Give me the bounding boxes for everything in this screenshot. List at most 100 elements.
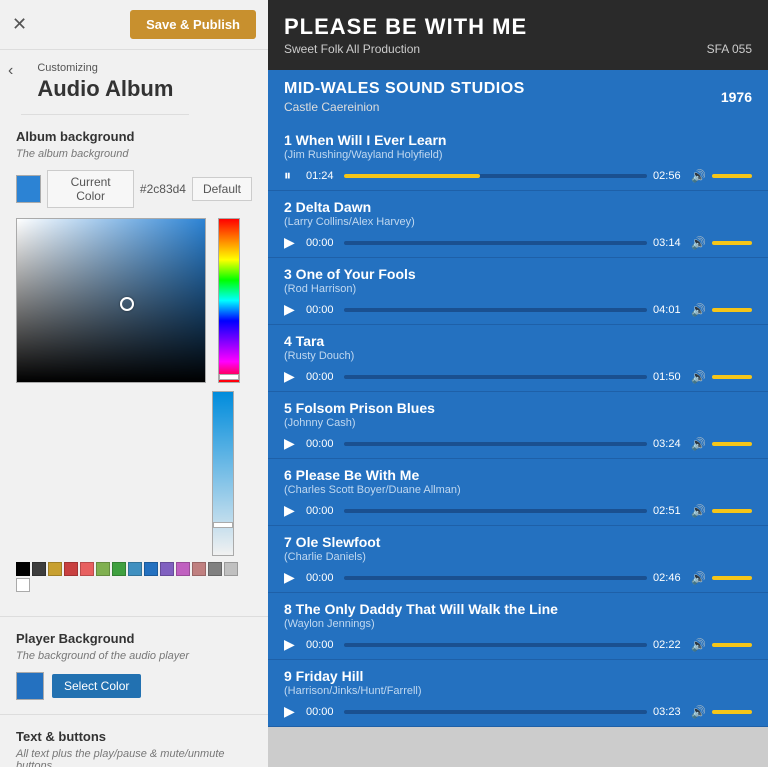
track-item: 5 Folsom Prison Blues (Johnny Cash) ▶ 00… xyxy=(268,392,768,459)
swatch-purple[interactable] xyxy=(160,562,174,576)
volume-bar[interactable] xyxy=(712,241,752,245)
track-title: 7 Ole Slewfoot xyxy=(284,534,752,550)
current-color-button[interactable]: Current Color xyxy=(47,170,134,208)
opacity-bar[interactable] xyxy=(212,391,234,556)
volume-icon[interactable]: 🔊 xyxy=(691,169,706,183)
swatch-darkgray[interactable] xyxy=(32,562,46,576)
play-button[interactable]: ▶ xyxy=(284,435,300,452)
swatch-lightred[interactable] xyxy=(80,562,94,576)
current-time: 00:00 xyxy=(306,237,338,249)
track-item: 9 Friday Hill (Harrison/Jinks/Hunt/Farre… xyxy=(268,660,768,727)
swatch-lightblue[interactable] xyxy=(128,562,142,576)
studio-year: 1976 xyxy=(721,89,752,105)
default-button[interactable]: Default xyxy=(192,177,252,201)
progress-bar[interactable] xyxy=(344,375,647,379)
swatch-red[interactable] xyxy=(64,562,78,576)
progress-bar[interactable] xyxy=(344,710,647,714)
player-row: ▶ 00:00 03:14 🔊 xyxy=(284,234,752,251)
progress-bar[interactable] xyxy=(344,643,647,647)
track-title: 5 Folsom Prison Blues xyxy=(284,400,752,416)
track-subtitle: (Harrison/Jinks/Hunt/Farrell) xyxy=(284,685,752,697)
text-buttons-title: Text & buttons xyxy=(16,729,252,744)
volume-bar[interactable] xyxy=(712,375,752,379)
volume-bar[interactable] xyxy=(712,576,752,580)
hue-bar[interactable] xyxy=(218,218,240,383)
volume-icon[interactable]: 🔊 xyxy=(691,705,706,719)
volume-icon[interactable]: 🔊 xyxy=(691,236,706,250)
volume-icon[interactable]: 🔊 xyxy=(691,303,706,317)
swatch-pink[interactable] xyxy=(176,562,190,576)
volume-bar[interactable] xyxy=(712,509,752,513)
progress-bar[interactable] xyxy=(344,308,647,312)
swatch-rose[interactable] xyxy=(192,562,206,576)
play-button[interactable]: ▶ xyxy=(284,636,300,653)
player-row: ▶ 00:00 02:22 🔊 xyxy=(284,636,752,653)
play-button[interactable]: ▶ xyxy=(284,368,300,385)
album-code: SFA 055 xyxy=(707,42,752,56)
play-button[interactable]: ⏸ xyxy=(284,167,300,184)
play-button[interactable]: ▶ xyxy=(284,502,300,519)
volume-bar[interactable] xyxy=(712,308,752,312)
play-button[interactable]: ▶ xyxy=(284,234,300,251)
duration: 04:01 xyxy=(653,304,685,316)
picker-circle[interactable] xyxy=(120,297,134,311)
play-button[interactable]: ▶ xyxy=(284,569,300,586)
swatch-gold[interactable] xyxy=(48,562,62,576)
progress-bar[interactable] xyxy=(344,174,647,178)
volume-bar[interactable] xyxy=(712,710,752,714)
color-hex-value: #2c83d4 xyxy=(140,182,186,196)
back-button[interactable]: ‹ xyxy=(0,50,21,82)
side-bars xyxy=(212,218,240,556)
current-color-row: Current Color #2c83d4 Default xyxy=(16,170,252,208)
album-sub-row: Sweet Folk All Production SFA 055 xyxy=(284,42,752,56)
volume-bar[interactable] xyxy=(712,442,752,446)
color-gradient[interactable] xyxy=(16,218,206,383)
swatch-black[interactable] xyxy=(16,562,30,576)
volume-bar[interactable] xyxy=(712,643,752,647)
studio-info: MID-WALES SOUND STUDIOS Castle Caereinio… xyxy=(284,80,525,114)
volume-icon[interactable]: 🔊 xyxy=(691,370,706,384)
progress-bar[interactable] xyxy=(344,442,647,446)
swatch-lightgreen[interactable] xyxy=(96,562,110,576)
album-background-section: Album background The album background Cu… xyxy=(0,115,268,617)
progress-bar[interactable] xyxy=(344,241,647,245)
volume-icon[interactable]: 🔊 xyxy=(691,571,706,585)
picker-row xyxy=(16,218,252,556)
volume-bar[interactable] xyxy=(712,174,752,178)
album-bg-desc: The album background xyxy=(16,148,252,160)
album-title: PLEASE BE WITH ME xyxy=(284,14,752,40)
right-panel: PLEASE BE WITH ME Sweet Folk All Product… xyxy=(268,0,768,767)
current-time: 00:00 xyxy=(306,706,338,718)
black-overlay xyxy=(17,219,205,382)
color-picker-area xyxy=(16,218,252,592)
play-button[interactable]: ▶ xyxy=(284,301,300,318)
swatch-blue[interactable] xyxy=(144,562,158,576)
save-publish-button[interactable]: Save & Publish xyxy=(130,10,256,39)
player-row: ⏸ 01:24 02:56 🔊 xyxy=(284,167,752,184)
player-bg-select-color-button[interactable]: Select Color xyxy=(52,674,141,698)
track-title: 9 Friday Hill xyxy=(284,668,752,684)
progress-bar[interactable] xyxy=(344,509,647,513)
opacity-slider[interactable] xyxy=(213,522,233,528)
duration: 02:22 xyxy=(653,639,685,651)
track-subtitle: (Waylon Jennings) xyxy=(284,618,752,630)
swatch-green[interactable] xyxy=(112,562,126,576)
current-time: 00:00 xyxy=(306,639,338,651)
volume-icon[interactable]: 🔊 xyxy=(691,638,706,652)
duration: 01:50 xyxy=(653,371,685,383)
swatch-silver[interactable] xyxy=(224,562,238,576)
swatch-white[interactable] xyxy=(16,578,30,592)
play-button[interactable]: ▶ xyxy=(284,703,300,720)
hue-slider[interactable] xyxy=(219,374,239,380)
player-row: ▶ 00:00 01:50 🔊 xyxy=(284,368,752,385)
volume-icon[interactable]: 🔊 xyxy=(691,504,706,518)
player-row: ▶ 00:00 03:23 🔊 xyxy=(284,703,752,720)
gradient-container[interactable] xyxy=(16,218,206,383)
track-item: 1 When Will I Ever Learn (Jim Rushing/Wa… xyxy=(268,124,768,191)
player-bg-swatch xyxy=(16,672,44,700)
studio-row: MID-WALES SOUND STUDIOS Castle Caereinio… xyxy=(284,80,752,114)
progress-bar[interactable] xyxy=(344,576,647,580)
close-button[interactable]: ✕ xyxy=(12,14,27,35)
volume-icon[interactable]: 🔊 xyxy=(691,437,706,451)
swatch-gray[interactable] xyxy=(208,562,222,576)
